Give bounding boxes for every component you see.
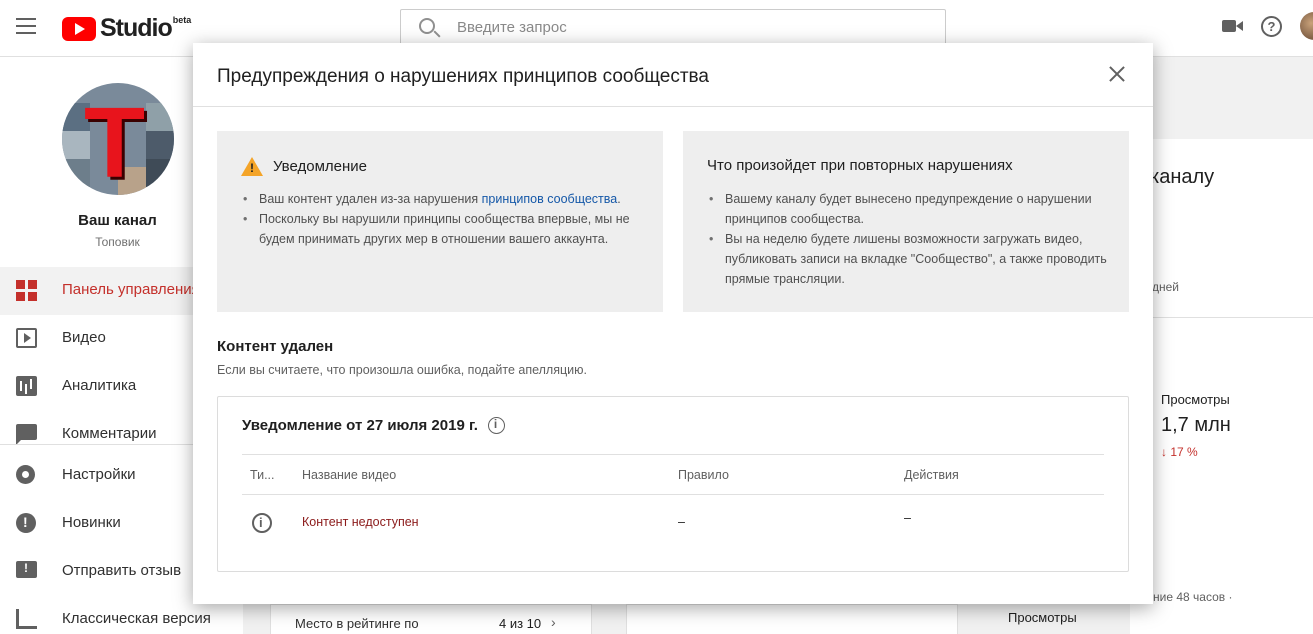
notice-box: Уведомление Ваш контент удален из-за нар… bbox=[217, 131, 663, 312]
notice-heading-text: Уведомление bbox=[273, 158, 368, 175]
actions-value: – bbox=[904, 511, 911, 525]
list-item: Вашему каналу будет вынесено предупрежде… bbox=[707, 189, 1117, 229]
repeat-heading: Что произойдет при повторных нарушениях bbox=[707, 157, 1013, 174]
list-item: Ваш контент удален из-за нарушения принц… bbox=[241, 189, 651, 209]
notice-date-title: Уведомление от 27 июля 2019 г. bbox=[242, 417, 478, 434]
notice-card-title: Уведомление от 27 июля 2019 г. bbox=[242, 417, 505, 434]
community-strikes-dialog: Предупреждения о нарушениях принципов со… bbox=[193, 43, 1153, 604]
notice-bullet1-prefix: Ваш контент удален из-за нарушения bbox=[259, 192, 482, 206]
dialog-title: Предупреждения о нарушениях принципов со… bbox=[217, 66, 709, 87]
content-removed-title: Контент удален bbox=[217, 338, 334, 355]
warning-icon bbox=[241, 157, 263, 176]
repeat-list: Вашему каналу будет вынесено предупрежде… bbox=[707, 189, 1117, 289]
column-video-title: Название видео bbox=[302, 468, 397, 482]
rule-value: – bbox=[678, 515, 685, 529]
info-icon[interactable] bbox=[487, 417, 505, 434]
table-header: Ти... Название видео Правило Действия bbox=[242, 454, 1104, 495]
close-icon[interactable] bbox=[1108, 65, 1126, 83]
content-removed-subtitle: Если вы считаете, что произошла ошибка, … bbox=[217, 363, 587, 377]
repeat-violations-box: Что произойдет при повторных нарушениях … bbox=[683, 131, 1129, 312]
list-item: Вы на неделю будете лишены возможности з… bbox=[707, 229, 1117, 289]
video-title-link[interactable]: Контент недоступен bbox=[302, 515, 419, 529]
notice-heading: Уведомление bbox=[241, 157, 367, 176]
notice-list: Ваш контент удален из-за нарушения принц… bbox=[241, 189, 651, 249]
column-rule: Правило bbox=[678, 468, 729, 482]
notice-card: Уведомление от 27 июля 2019 г. Ти... Наз… bbox=[217, 396, 1129, 572]
list-item: Поскольку вы нарушили принципы сообществ… bbox=[241, 209, 651, 249]
dialog-divider bbox=[193, 106, 1153, 107]
notice-bullet1-suffix: . bbox=[617, 192, 621, 206]
community-guidelines-link[interactable]: принципов сообщества bbox=[482, 192, 618, 206]
info-icon[interactable] bbox=[252, 513, 272, 533]
column-type: Ти... bbox=[250, 468, 275, 482]
table-row: Контент недоступен – – bbox=[242, 495, 1104, 549]
column-actions: Действия bbox=[904, 468, 959, 482]
